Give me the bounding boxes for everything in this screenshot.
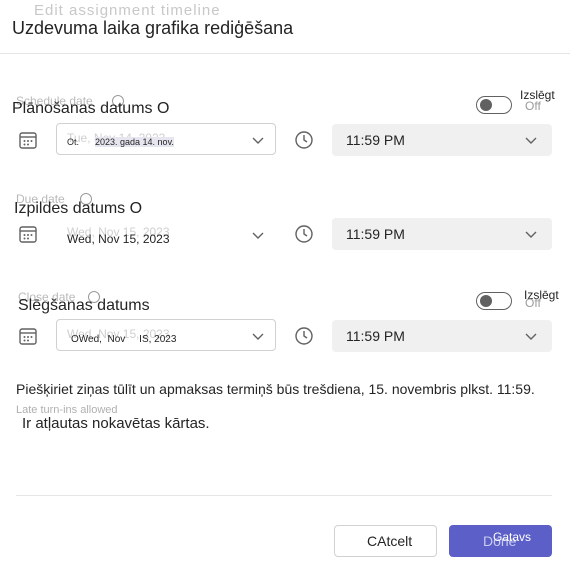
cancel-button-label: CAtcelt	[367, 533, 413, 549]
due-date-value: Wed, Nov 15, 2023	[67, 232, 170, 246]
done-button-label: Gatavs	[493, 530, 532, 544]
done-button[interactable]: Done Gatavs	[449, 525, 552, 557]
schedule-note: Piešķiriet ziņas tūlīt un apmaksas termi…	[16, 381, 535, 397]
schedule-date-prefix: Ot.	[67, 137, 80, 147]
calendar-icon	[19, 132, 37, 149]
cancel-button[interactable]: CAtcelt	[334, 525, 437, 557]
due-time-value: 11:59 PM	[346, 226, 405, 242]
toggle-knob	[480, 99, 492, 111]
due-time-picker[interactable]: 11:59 PM	[332, 218, 552, 250]
header-divider	[0, 53, 570, 54]
chevron-down-icon	[252, 333, 264, 340]
close-toggle[interactable]	[476, 292, 512, 310]
schedule-label: Plānošanas datums O	[12, 100, 170, 117]
toggle-knob	[480, 295, 492, 307]
chevron-down-icon	[252, 232, 264, 239]
close-date-picker[interactable]: Wed, Nov 15, 2023 OWed, Nov IS, 2023	[56, 319, 276, 351]
schedule-time-picker[interactable]: 11:59 PM	[332, 124, 552, 156]
footer-divider	[16, 495, 552, 496]
due-label: Izpildes datums O	[14, 200, 143, 217]
close-date-value: OWed, Nov IS, 2023	[71, 334, 177, 345]
close-label: Slēgšanas datums	[18, 297, 150, 314]
schedule-date-value: 2023. gada 14. nov.	[95, 137, 174, 147]
due-date-picker[interactable]: Wed, Nov 15, 2023 Wed, Nov 15, 2023	[56, 218, 276, 250]
chevron-down-icon	[525, 333, 537, 340]
clock-icon	[295, 327, 313, 345]
schedule-date-picker[interactable]: Tue, Nov 14, 2023 Ot. 2023. gada 14. nov…	[56, 123, 276, 155]
schedule-time-value: 11:59 PM	[346, 132, 405, 148]
clock-icon	[295, 131, 313, 149]
close-time-picker[interactable]: 11:59 PM	[332, 320, 552, 352]
calendar-icon	[19, 328, 37, 345]
chevron-down-icon	[252, 137, 264, 144]
dialog-title: Uzdevuma laika grafika rediģēšana	[12, 18, 294, 38]
clock-icon	[295, 225, 313, 243]
calendar-icon	[19, 226, 37, 243]
dialog-title-ghost: Edit assignment timeline	[34, 2, 221, 19]
close-time-value: 11:59 PM	[346, 328, 405, 344]
schedule-toggle-ghost: Off	[525, 99, 541, 113]
schedule-toggle[interactable]	[476, 96, 512, 114]
late-turnins-text: Ir atļautas nokavētas kārtas.	[22, 415, 210, 432]
chevron-down-icon	[525, 231, 537, 238]
close-toggle-ghost: Off	[525, 296, 541, 310]
chevron-down-icon	[525, 137, 537, 144]
